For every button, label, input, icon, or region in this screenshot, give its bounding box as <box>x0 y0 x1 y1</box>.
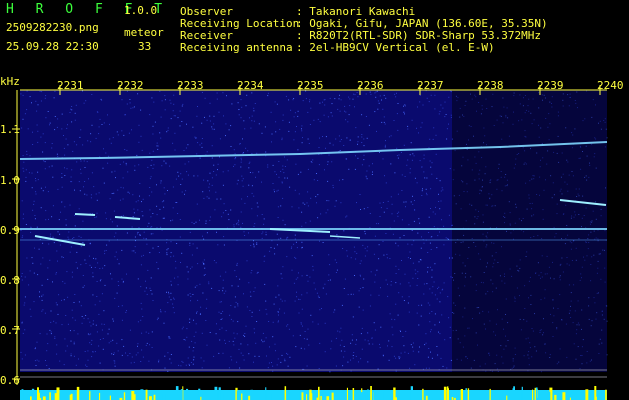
left-ticks <box>12 128 20 380</box>
level-bar <box>20 390 607 400</box>
spectrogram <box>12 85 629 400</box>
waterfall-dark-region <box>452 90 607 372</box>
meteor-echo <box>74 213 96 216</box>
right-margin <box>607 90 629 372</box>
